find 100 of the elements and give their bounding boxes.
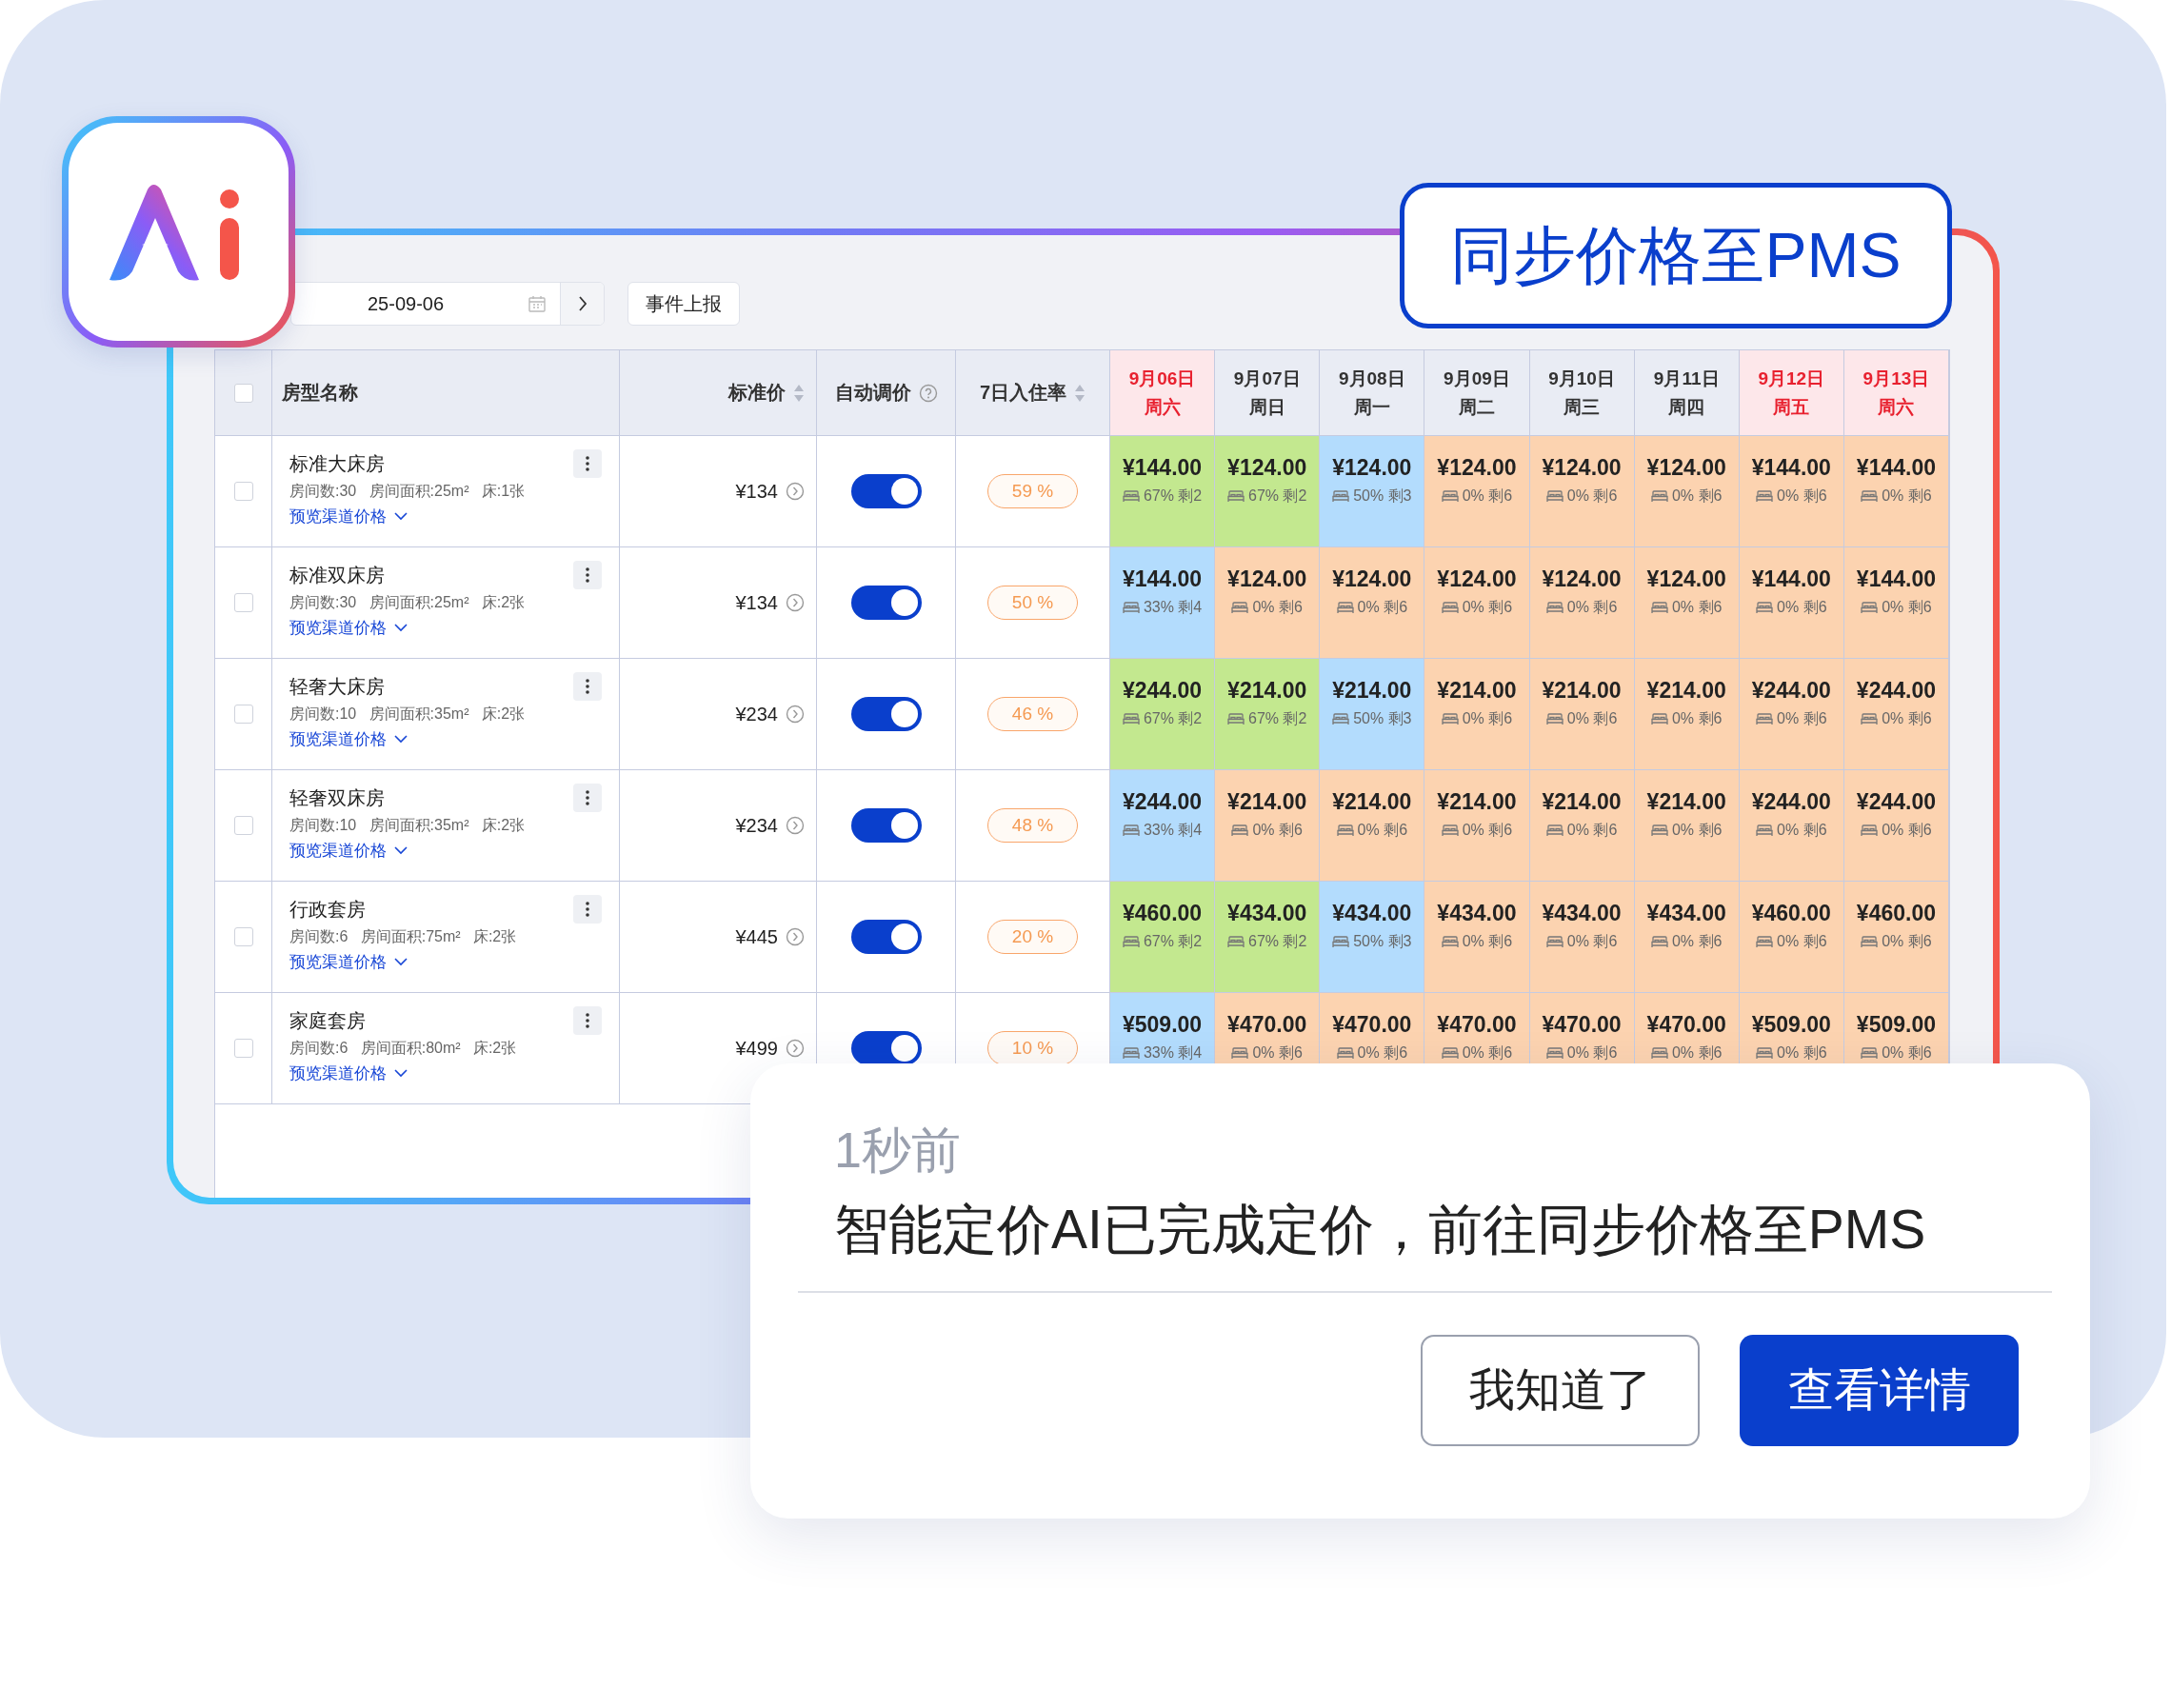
room-name: 家庭套房: [289, 1008, 366, 1033]
date-field[interactable]: 25-09-06: [290, 282, 605, 326]
day-price-cell[interactable]: ¥144.00 0% 剩6: [1739, 547, 1844, 659]
row-checkbox[interactable]: [233, 927, 253, 946]
room-stats: 50% 剩3: [1353, 487, 1412, 506]
day-price-cell[interactable]: ¥214.00 0% 剩6: [1424, 770, 1530, 882]
row-checkbox[interactable]: [233, 816, 253, 835]
room-stats: 0% 剩6: [1357, 821, 1408, 840]
day-price-cell[interactable]: ¥124.00 0% 剩6: [1320, 547, 1425, 659]
auto-pricing-toggle[interactable]: [850, 920, 922, 954]
more-button[interactable]: [573, 449, 602, 478]
auto-pricing-toggle[interactable]: [850, 586, 922, 620]
standard-price: ¥445: [735, 925, 778, 948]
row-checkbox[interactable]: [233, 1039, 253, 1058]
row-checkbox[interactable]: [233, 593, 253, 612]
sort-icon[interactable]: [1074, 383, 1086, 403]
channel-price-link[interactable]: 预览渠道价格: [289, 951, 408, 973]
day-price-cell[interactable]: ¥460.00 0% 剩6: [1739, 882, 1844, 993]
chevron-circle-icon[interactable]: [786, 927, 805, 946]
day-price-cell[interactable]: ¥144.00 67% 剩2: [1110, 436, 1216, 547]
day-price-cell[interactable]: ¥460.00 67% 剩2: [1110, 882, 1216, 993]
day-price-cell[interactable]: ¥214.00 50% 剩3: [1320, 659, 1425, 770]
auto-pricing-toggle[interactable]: [850, 808, 922, 843]
room-stats: 33% 剩4: [1143, 821, 1203, 840]
day-price-cell[interactable]: ¥124.00 0% 剩6: [1634, 436, 1740, 547]
occupancy-badge: 48 %: [987, 808, 1078, 843]
chevron-circle-icon[interactable]: [786, 816, 805, 835]
more-icon: [586, 790, 589, 805]
day-price-cell[interactable]: ¥144.00 0% 剩6: [1739, 436, 1844, 547]
auto-pricing-toggle[interactable]: [850, 697, 922, 731]
chevron-down-icon: [394, 1069, 408, 1078]
day-price-cell[interactable]: ¥434.00 67% 剩2: [1215, 882, 1321, 993]
day-price-cell[interactable]: ¥244.00 0% 剩6: [1739, 659, 1844, 770]
day-price-cell[interactable]: ¥214.00 67% 剩2: [1215, 659, 1321, 770]
bed-icon: [1545, 936, 1564, 948]
chevron-circle-icon[interactable]: [786, 593, 805, 612]
auto-pricing-toggle[interactable]: [850, 1031, 922, 1065]
chevron-circle-icon[interactable]: [786, 705, 805, 724]
day-price-cell[interactable]: ¥214.00 0% 剩6: [1634, 770, 1740, 882]
more-button[interactable]: [573, 895, 602, 924]
channel-price-link[interactable]: 预览渠道价格: [289, 840, 408, 862]
column-header: 标准价: [728, 381, 786, 405]
day-price-cell[interactable]: ¥124.00 0% 剩6: [1424, 436, 1530, 547]
day-price-cell[interactable]: ¥244.00 67% 剩2: [1110, 659, 1216, 770]
details-button[interactable]: 查看详情: [1740, 1334, 2019, 1446]
column-header: 7日入住率: [979, 381, 1067, 405]
sort-icon[interactable]: [793, 383, 805, 403]
more-button[interactable]: [573, 784, 602, 812]
next-button[interactable]: [560, 283, 604, 325]
bed-icon: [1861, 490, 1879, 503]
day-price-cell[interactable]: ¥124.00 0% 剩6: [1634, 547, 1740, 659]
row-checkbox[interactable]: [233, 482, 253, 501]
day-price-cell[interactable]: ¥214.00 0% 剩6: [1529, 770, 1635, 882]
report-button[interactable]: 事件上报: [627, 282, 740, 326]
day-price-cell[interactable]: ¥124.00 0% 剩6: [1529, 436, 1635, 547]
day-price-cell[interactable]: ¥214.00 0% 剩6: [1320, 770, 1425, 882]
more-button[interactable]: [573, 672, 602, 701]
day-price-cell[interactable]: ¥144.00 0% 剩6: [1843, 436, 1949, 547]
row-checkbox[interactable]: [233, 705, 253, 724]
channel-price-link[interactable]: 预览渠道价格: [289, 728, 408, 750]
day-price-cell[interactable]: ¥124.00 0% 剩6: [1215, 547, 1321, 659]
bed-icon: [1756, 824, 1774, 837]
dismiss-button[interactable]: 我知道了: [1421, 1334, 1700, 1446]
notification-message: 智能定价AI已完成定价，前往同步价格至PMS: [833, 1198, 1927, 1262]
day-price-cell[interactable]: ¥214.00 0% 剩6: [1529, 659, 1635, 770]
day-price-cell[interactable]: ¥244.00 0% 剩6: [1739, 770, 1844, 882]
day-price-cell[interactable]: ¥434.00 0% 剩6: [1424, 882, 1530, 993]
day-price-cell[interactable]: ¥244.00 0% 剩6: [1843, 770, 1949, 882]
chevron-circle-icon[interactable]: [786, 1039, 805, 1058]
day-price-cell[interactable]: ¥434.00 0% 剩6: [1529, 882, 1635, 993]
room-stats: 0% 剩6: [1777, 598, 1827, 617]
day-price-cell[interactable]: ¥214.00 0% 剩6: [1634, 659, 1740, 770]
room-stats: 33% 剩4: [1143, 1043, 1203, 1063]
day-price-cell[interactable]: ¥124.00 50% 剩3: [1320, 436, 1425, 547]
room-stats: 0% 剩6: [1671, 598, 1723, 617]
day-price-cell[interactable]: ¥434.00 0% 剩6: [1634, 882, 1740, 993]
channel-price-link[interactable]: 预览渠道价格: [289, 1063, 408, 1084]
channel-price-link[interactable]: 预览渠道价格: [289, 617, 408, 639]
day-price-cell[interactable]: ¥144.00 33% 剩4: [1110, 547, 1216, 659]
day-price-cell[interactable]: ¥460.00 0% 剩6: [1843, 882, 1949, 993]
day-price-cell[interactable]: ¥244.00 0% 剩6: [1843, 659, 1949, 770]
auto-pricing-toggle[interactable]: [850, 474, 922, 508]
day-price-cell[interactable]: ¥214.00 0% 剩6: [1424, 659, 1530, 770]
date-header: 9月08日 周一: [1320, 350, 1425, 436]
room-stats: 0% 剩6: [1566, 1043, 1618, 1063]
more-button[interactable]: [573, 1006, 602, 1035]
room-stats: 50% 剩3: [1353, 709, 1412, 728]
day-price-cell[interactable]: ¥124.00 0% 剩6: [1529, 547, 1635, 659]
day-price-cell[interactable]: ¥434.00 50% 剩3: [1320, 882, 1425, 993]
chevron-circle-icon[interactable]: [786, 482, 805, 501]
more-button[interactable]: [573, 561, 602, 589]
channel-price-link[interactable]: 预览渠道价格: [289, 506, 408, 527]
day-price-cell[interactable]: ¥124.00 0% 剩6: [1424, 547, 1530, 659]
day-price-cell[interactable]: ¥214.00 0% 剩6: [1215, 770, 1321, 882]
bed-icon: [1441, 713, 1459, 725]
day-price-cell[interactable]: ¥124.00 67% 剩2: [1215, 436, 1321, 547]
day-price-cell[interactable]: ¥244.00 33% 剩4: [1110, 770, 1216, 882]
select-all-checkbox[interactable]: [233, 383, 253, 403]
room-stats: 0% 剩6: [1882, 821, 1932, 840]
day-price-cell[interactable]: ¥144.00 0% 剩6: [1843, 547, 1949, 659]
